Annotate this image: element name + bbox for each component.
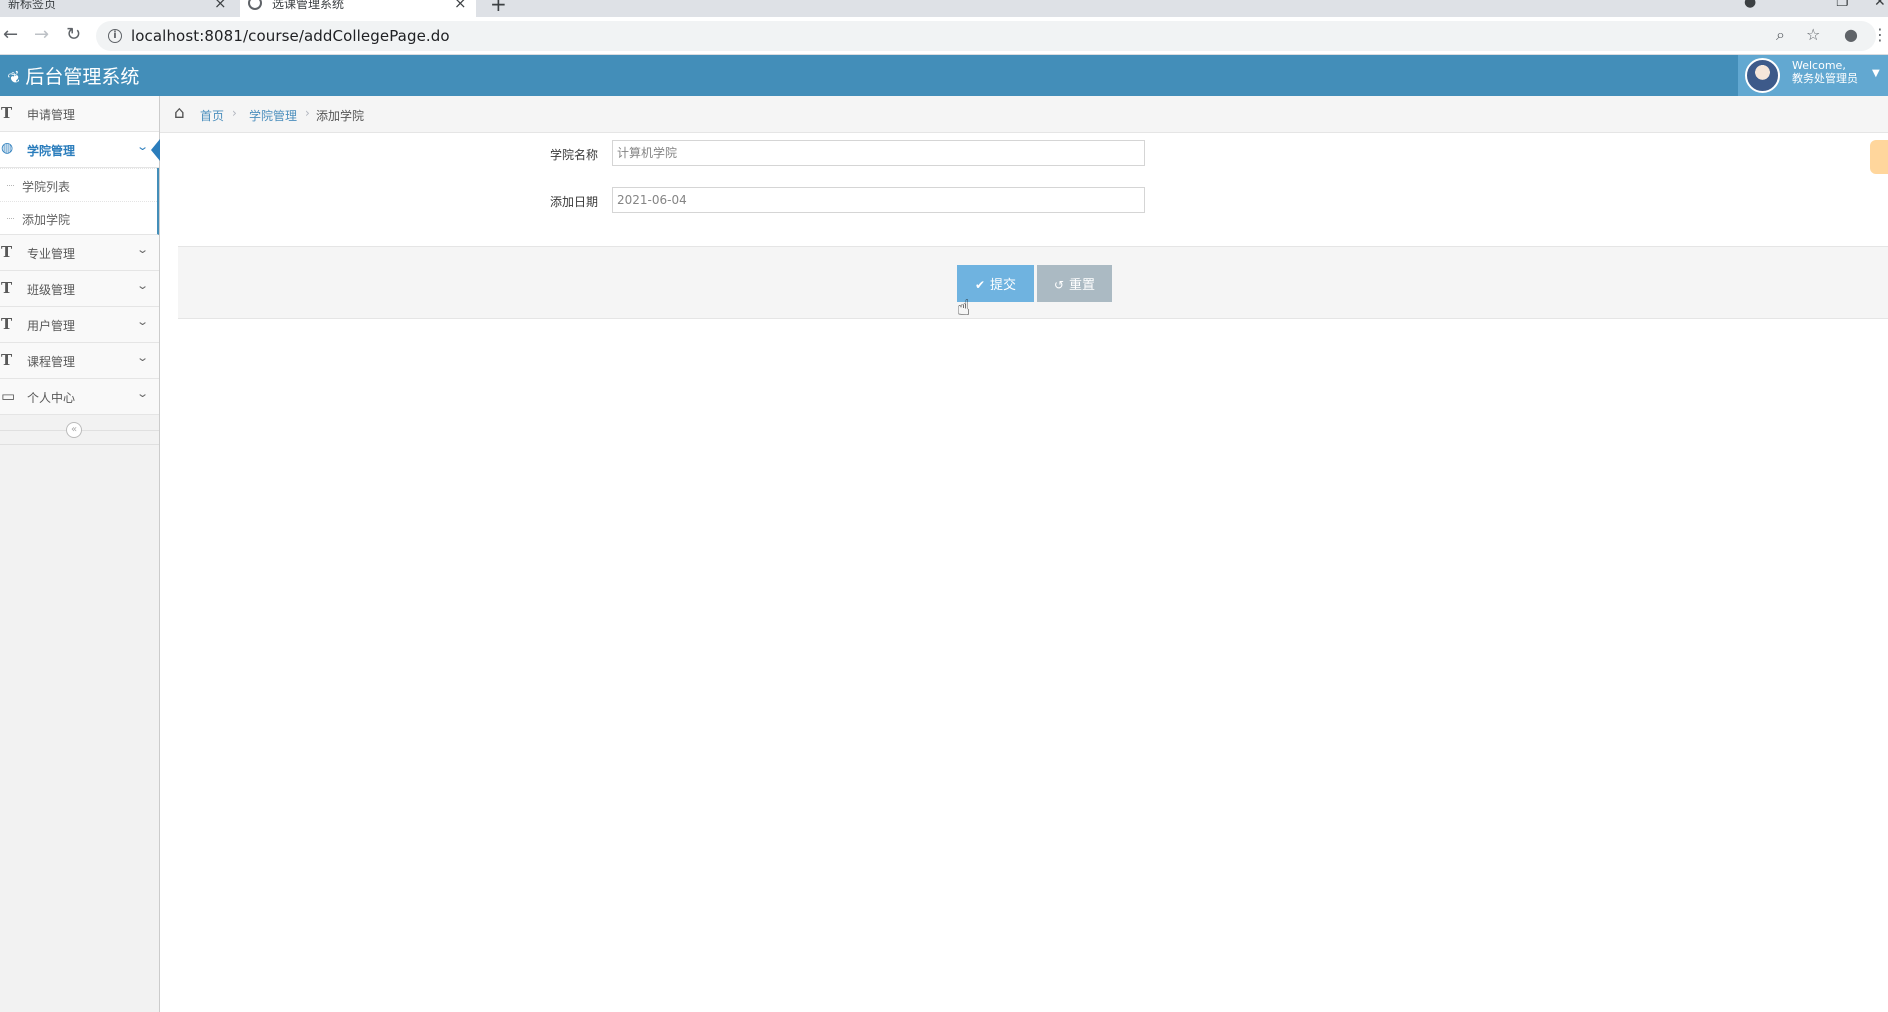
user-name: 教务处管理员 bbox=[1792, 72, 1858, 85]
breadcrumb-separator-icon: › bbox=[232, 106, 237, 120]
breadcrumb-section[interactable]: 学院管理 bbox=[249, 107, 297, 124]
sidebar-item-apply[interactable]: T 申请管理 bbox=[0, 96, 159, 132]
reset-label: 重置 bbox=[1069, 278, 1096, 293]
browser-tab-active[interactable]: 选课管理系统 × bbox=[240, 0, 476, 17]
reset-button[interactable]: ↺ 重置 bbox=[1037, 265, 1112, 302]
dashboard-icon: ◍ bbox=[1, 140, 14, 156]
forward-arrow-icon[interactable]: → bbox=[34, 25, 49, 45]
extension-icon[interactable]: ● bbox=[1744, 0, 1756, 10]
browser-toolbar: ← → ↻ i localhost:8081/course/addCollege… bbox=[0, 17, 1888, 55]
chevron-down-icon: ⌄ bbox=[136, 279, 150, 292]
user-menu[interactable]: Welcome, 教务处管理员 ▼ bbox=[1738, 55, 1888, 96]
sidebar: T 申请管理 ◍ 学院管理 ⌄ 学院列表 添加学院 T 专业管理 ⌄ T 班级管… bbox=[0, 96, 160, 1012]
add-date-input[interactable] bbox=[612, 187, 1145, 213]
text-icon: T bbox=[1, 315, 13, 333]
app-header: ❦后台管理系统 Welcome, 教务处管理员 ▼ bbox=[0, 55, 1888, 96]
double-chevron-left-icon[interactable]: « bbox=[66, 422, 82, 438]
text-icon: T bbox=[1, 279, 13, 297]
breadcrumb-home[interactable]: 首页 bbox=[200, 107, 224, 124]
breadcrumb-separator-icon: › bbox=[305, 106, 310, 120]
info-icon[interactable]: i bbox=[108, 29, 122, 43]
college-name-label: 学院名称 bbox=[550, 148, 599, 162]
submenu-item-add-college[interactable]: 添加学院 bbox=[0, 201, 157, 234]
form-row-college-name: 学院名称 bbox=[160, 138, 1888, 168]
text-icon: T bbox=[1, 243, 13, 261]
chevron-down-icon: ⌄ bbox=[136, 387, 150, 400]
add-date-label: 添加日期 bbox=[550, 195, 599, 209]
sidebar-item-profile[interactable]: ▭ 个人中心 ⌄ bbox=[0, 379, 159, 415]
tree-line bbox=[7, 218, 14, 219]
sidebar-item-college[interactable]: ◍ 学院管理 ⌄ bbox=[0, 132, 160, 168]
brand[interactable]: ❦后台管理系统 bbox=[5, 62, 140, 89]
sidebar-item-label: 申请管理 bbox=[27, 108, 76, 122]
url-text: localhost:8081/course/addCollegePage.do bbox=[131, 27, 450, 45]
submenu-item-label: 学院列表 bbox=[22, 180, 71, 194]
sidebar-item-label: 专业管理 bbox=[27, 247, 76, 261]
star-icon[interactable]: ☆ bbox=[1806, 25, 1820, 44]
breadcrumb-current: 添加学院 bbox=[316, 109, 365, 123]
new-tab-button[interactable]: + bbox=[490, 0, 507, 16]
close-window-icon[interactable]: ✕ bbox=[1874, 0, 1886, 10]
profile-icon[interactable]: ● bbox=[1844, 25, 1858, 44]
sidebar-item-label: 课程管理 bbox=[27, 355, 76, 369]
sidebar-collapse: « bbox=[0, 415, 159, 445]
tab-title: 选课管理系统 bbox=[272, 0, 345, 11]
avatar bbox=[1745, 58, 1780, 93]
chevron-down-icon: ⌄ bbox=[136, 315, 150, 328]
chevron-down-icon: ⌄ bbox=[136, 243, 150, 256]
sidebar-item-class[interactable]: T 班级管理 ⌄ bbox=[0, 271, 159, 307]
sidebar-item-label: 用户管理 bbox=[27, 319, 76, 333]
reload-icon[interactable]: ↻ bbox=[66, 25, 81, 45]
sidebar-item-course[interactable]: T 课程管理 ⌄ bbox=[0, 343, 159, 379]
tab-title: 新标签页 bbox=[8, 0, 57, 11]
leaf-icon: ❦ bbox=[5, 66, 25, 89]
hand-cursor-icon: ☝ bbox=[957, 296, 971, 321]
address-bar[interactable]: i localhost:8081/course/addCollegePage.d… bbox=[96, 21, 1888, 51]
chevron-down-icon: ⌄ bbox=[136, 140, 150, 153]
check-icon: ✔ bbox=[974, 278, 986, 292]
sidebar-item-major[interactable]: T 专业管理 ⌄ bbox=[0, 235, 159, 271]
text-icon: T bbox=[1, 351, 13, 369]
submenu-item-college-list[interactable]: 学院列表 bbox=[0, 168, 157, 201]
back-arrow-icon[interactable]: ← bbox=[3, 25, 18, 45]
brand-title: 后台管理系统 bbox=[25, 66, 140, 88]
chevron-down-icon: ⌄ bbox=[136, 351, 150, 364]
welcome-text: Welcome, 教务处管理员 bbox=[1792, 59, 1858, 85]
form-row-add-date: 添加日期 bbox=[160, 185, 1888, 215]
menu-dots-icon[interactable]: ⋮ bbox=[1872, 25, 1888, 44]
sidebar-item-label: 学院管理 bbox=[27, 144, 76, 158]
close-icon[interactable]: × bbox=[454, 0, 467, 12]
sidebar-item-label: 个人中心 bbox=[27, 391, 76, 405]
breadcrumb: ⌂ 首页 › 学院管理 › 添加学院 bbox=[160, 96, 1888, 133]
browser-tabstrip: 新标签页 × 选课管理系统 × + ● ❐ ✕ bbox=[0, 0, 1888, 17]
browser-tab-new[interactable]: 新标签页 × bbox=[0, 0, 236, 17]
restore-window-icon[interactable]: ❐ bbox=[1836, 0, 1849, 10]
desktop-icon: ▭ bbox=[1, 387, 16, 405]
sidebar-item-label: 班级管理 bbox=[27, 283, 76, 297]
close-icon[interactable]: × bbox=[214, 0, 227, 12]
settings-toggle[interactable] bbox=[1870, 140, 1888, 174]
caret-down-icon: ▼ bbox=[1872, 68, 1880, 79]
text-icon: T bbox=[1, 104, 13, 122]
sidebar-item-user[interactable]: T 用户管理 ⌄ bbox=[0, 307, 159, 343]
active-indicator bbox=[151, 139, 160, 161]
submit-label: 提交 bbox=[990, 278, 1017, 293]
home-icon: ⌂ bbox=[174, 103, 185, 123]
submenu-item-label: 添加学院 bbox=[22, 213, 71, 227]
undo-icon: ↺ bbox=[1053, 278, 1065, 292]
college-name-input[interactable] bbox=[612, 140, 1145, 166]
submenu-college: 学院列表 添加学院 bbox=[0, 168, 159, 235]
form-actions: ✔ 提交 ↺ 重置 bbox=[178, 246, 1888, 319]
globe-icon bbox=[248, 0, 262, 10]
tree-line bbox=[7, 185, 14, 186]
welcome-label: Welcome, bbox=[1792, 59, 1846, 72]
zoom-icon[interactable]: ⌕ bbox=[1776, 25, 1785, 45]
